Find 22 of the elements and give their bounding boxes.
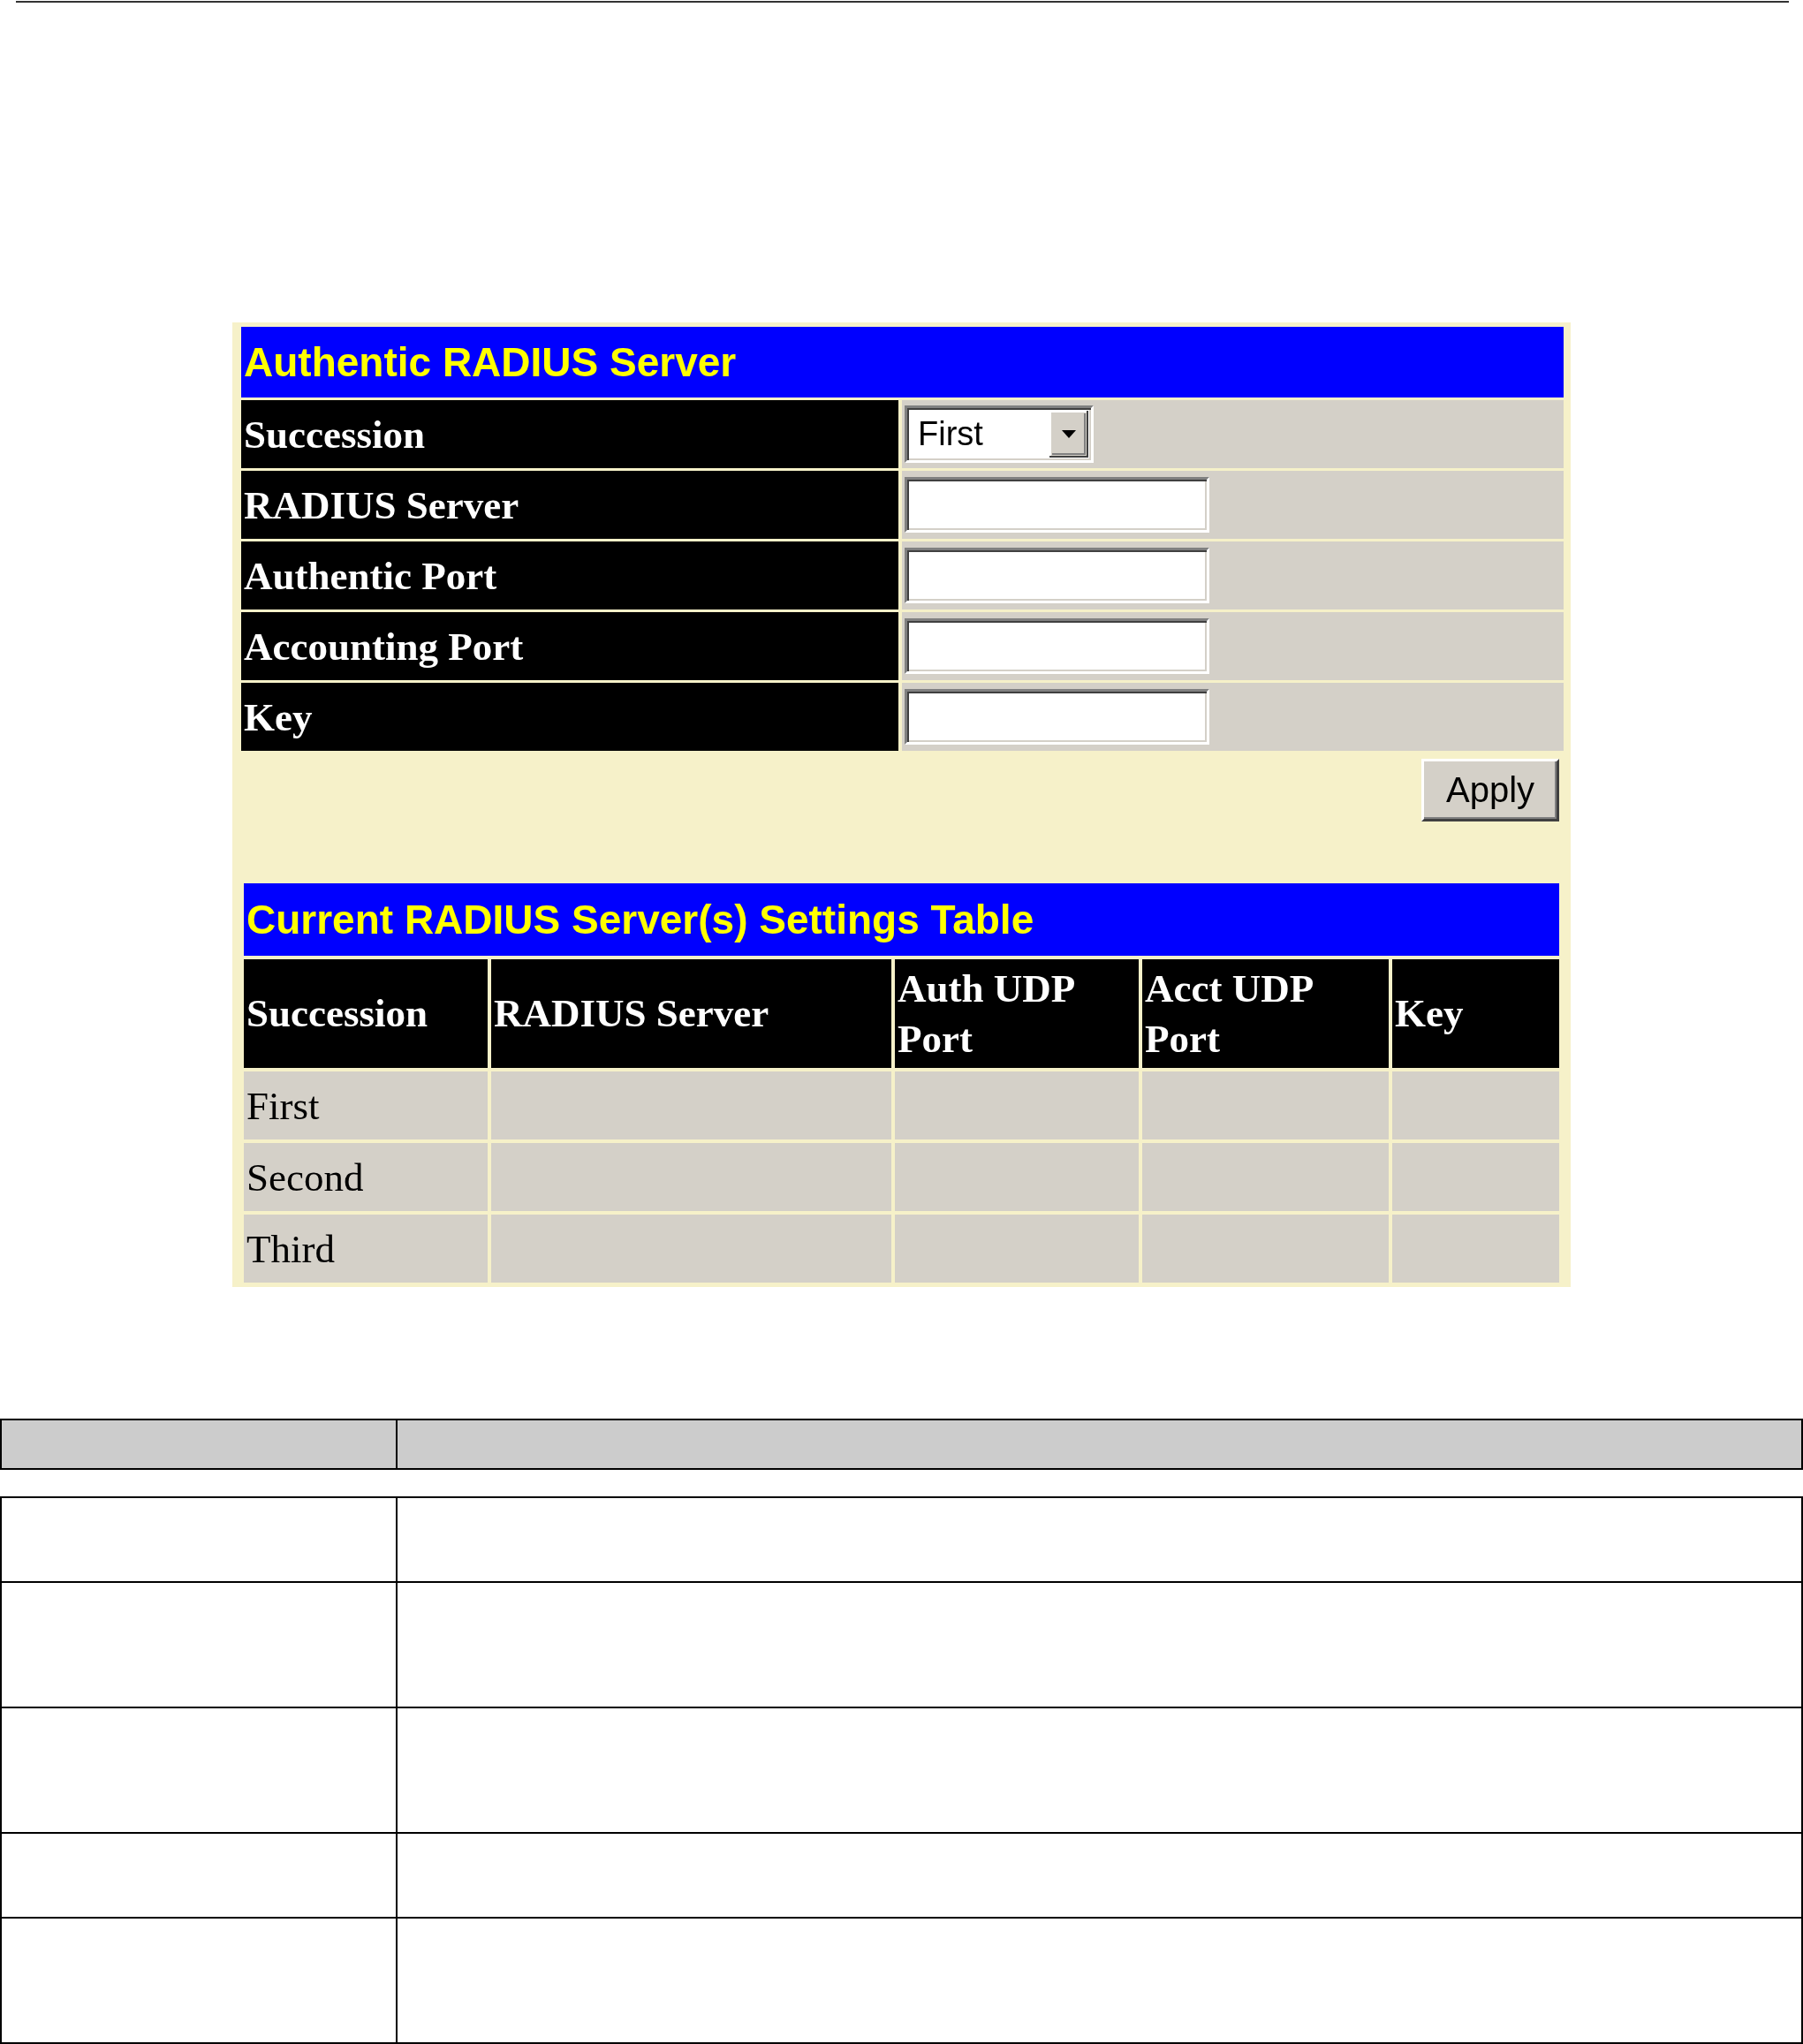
field-label: Authentic Port (241, 541, 898, 609)
input-field[interactable] (905, 477, 1209, 533)
column-header: Auth UDP Port (895, 959, 1139, 1068)
column-header: Acct UDP Port (1142, 959, 1389, 1068)
field-label: RADIUS Server (241, 471, 898, 539)
table-cell: Second (244, 1143, 488, 1211)
column-header: RADIUS Server (491, 959, 891, 1068)
dropdown[interactable]: First (905, 405, 1094, 463)
input-field[interactable] (905, 618, 1209, 674)
field-label: Succession (241, 400, 898, 468)
field-label: Key (241, 683, 898, 751)
column-header: Succession (244, 959, 488, 1068)
section-header: Authentic RADIUS Server (241, 327, 1564, 397)
section-header: Current RADIUS Server(s) Settings Table (244, 883, 1559, 956)
field-label: Accounting Port (241, 612, 898, 680)
input-field[interactable] (905, 689, 1209, 745)
caret-icon (1049, 411, 1088, 458)
input-field[interactable] (905, 548, 1209, 603)
column-header: Key (1392, 959, 1559, 1068)
table-cell: Third (244, 1215, 488, 1283)
apply-button[interactable]: Apply (1421, 759, 1559, 821)
table-cell: First (244, 1071, 488, 1139)
